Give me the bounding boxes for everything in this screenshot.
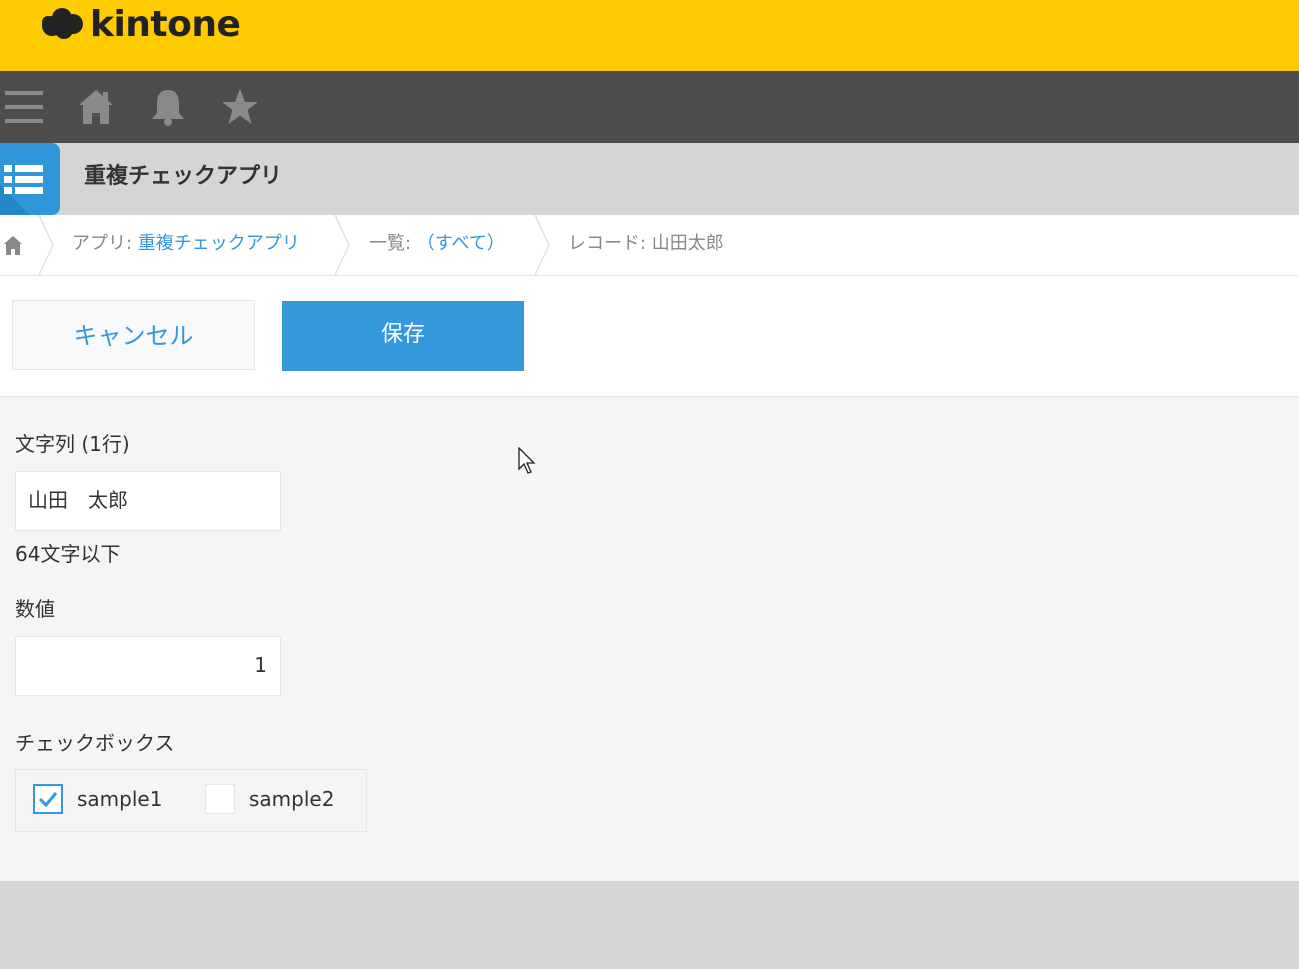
global-nav <box>0 71 1299 143</box>
text-field-input[interactable]: 山田 太郎 <box>15 471 281 531</box>
record-form: 文字列 (1行) 山田 太郎 64文字以下 数値 1 チェックボックス samp… <box>0 397 1299 881</box>
number-field-input[interactable]: 1 <box>15 636 281 696</box>
number-field-label: 数値 <box>15 597 55 621</box>
breadcrumb-app-link[interactable]: 重複チェックアプリ <box>138 233 300 254</box>
breadcrumb-list-link[interactable]: （すべて） <box>417 233 505 254</box>
breadcrumb: アプリ: 重複チェックアプリ 一覧: （すべて） レコード: 山田太郎 <box>0 215 1299 276</box>
check-icon <box>38 792 58 808</box>
cancel-button[interactable]: キャンセル <box>12 300 255 370</box>
text-field-hint: 64文字以下 <box>15 542 121 566</box>
checkbox-sample2[interactable] <box>205 784 235 814</box>
breadcrumb-app[interactable]: アプリ: 重複チェックアプリ <box>72 215 300 275</box>
checkbox-field-label: チェックボックス <box>15 731 175 755</box>
cloud-icon <box>42 8 83 39</box>
text-field-label: 文字列 (1行) <box>15 432 130 456</box>
breadcrumb-home-icon[interactable] <box>3 215 23 275</box>
kintone-logo[interactable]: kintone <box>40 3 241 45</box>
breadcrumb-separator <box>334 215 350 275</box>
save-button[interactable]: 保存 <box>282 301 524 371</box>
list-icon[interactable] <box>0 143 60 215</box>
mouse-cursor-icon <box>518 447 536 474</box>
checkbox-group: sample1 sample2 <box>15 769 367 832</box>
home-icon[interactable] <box>76 87 116 127</box>
brand-name: kintone <box>90 3 241 45</box>
record-toolbar: キャンセル 保存 <box>0 276 1299 397</box>
breadcrumb-record: レコード: 山田太郎 <box>568 233 724 254</box>
star-icon[interactable] <box>220 87 260 127</box>
breadcrumb-app-prefix: アプリ: <box>72 233 138 254</box>
menu-icon[interactable] <box>4 87 44 127</box>
breadcrumb-list-prefix: 一覧: <box>369 233 417 254</box>
top-header: kintone <box>0 0 1299 71</box>
breadcrumb-separator <box>38 215 54 275</box>
checkbox-sample1-label[interactable]: sample1 <box>77 784 162 814</box>
breadcrumb-list[interactable]: 一覧: （すべて） <box>369 215 505 275</box>
checkbox-sample2-label[interactable]: sample2 <box>249 784 334 814</box>
app-title: 重複チェックアプリ <box>84 164 283 189</box>
app-header: 重複チェックアプリ <box>0 143 1299 215</box>
bell-icon[interactable] <box>148 87 188 127</box>
checkbox-sample1[interactable] <box>33 784 63 814</box>
breadcrumb-separator <box>534 215 550 275</box>
